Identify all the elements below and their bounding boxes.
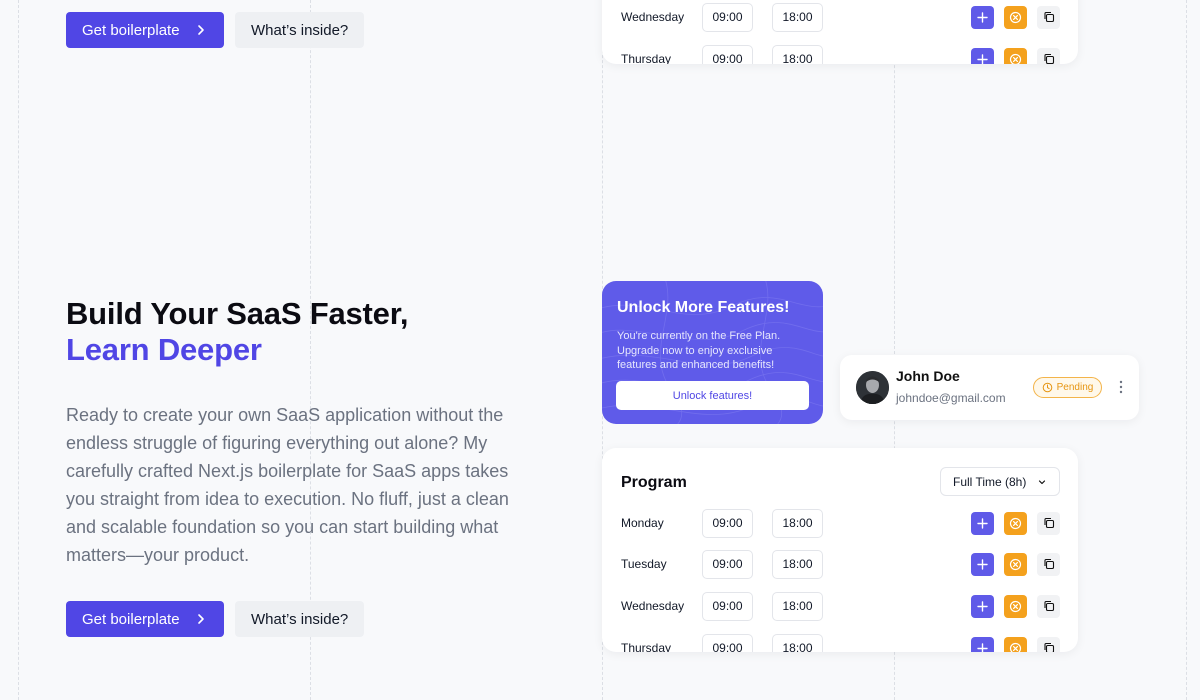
start-time-input[interactable]: 09:00 (702, 44, 753, 64)
add-icon[interactable] (971, 636, 994, 652)
start-time-input[interactable]: 09:00 (702, 508, 753, 538)
hero-description: Ready to create your own SaaS applicatio… (66, 405, 509, 565)
end-time-input[interactable]: 18:00 (772, 44, 823, 64)
copy-icon[interactable] (1037, 552, 1060, 576)
day-label: Thursday (621, 641, 672, 652)
start-time-input[interactable]: 09:00 (702, 633, 753, 652)
cancel-icon[interactable] (1004, 552, 1027, 576)
whats-inside-button[interactable]: What’s inside? (235, 601, 365, 637)
hero-title-accent: Learn Deeper (66, 332, 262, 367)
end-time-input[interactable]: 18:00 (772, 508, 823, 538)
schedule-card-top: Wednesday 09:00 18:00 Thursday 09:00 18:… (602, 0, 1078, 64)
chevron-right-icon (194, 612, 208, 626)
unlock-description: You're currently on the Free Plan. Upgra… (617, 330, 781, 371)
add-icon[interactable] (971, 47, 994, 64)
hero-title: Build Your SaaS Faster, Learn Deeper (66, 296, 408, 368)
select-value: Full Time (8h) (953, 474, 1027, 489)
get-boilerplate-button-top[interactable]: Get boilerplate (66, 12, 224, 48)
user-email: johndoe@gmail.com (896, 391, 1006, 405)
start-time-input[interactable]: 09:00 (702, 549, 753, 579)
day-label: Thursday (621, 52, 672, 64)
schedule-row: Thursday 09:00 18:00 (602, 44, 1078, 64)
get-boilerplate-button[interactable]: Get boilerplate (66, 601, 224, 637)
schedule-row: Tuesday 09:00 18:00 (602, 549, 1078, 579)
get-boilerplate-label: Get boilerplate (82, 21, 180, 39)
copy-icon[interactable] (1037, 511, 1060, 535)
copy-icon[interactable] (1037, 47, 1060, 64)
end-time-input[interactable]: 18:00 (772, 549, 823, 579)
unlock-title: Unlock More Features! (617, 299, 790, 316)
hero-title-line1: Build Your SaaS Faster, (66, 296, 409, 331)
more-options-icon[interactable] (1116, 378, 1126, 396)
program-card: Program Full Time (8h) Monday 09:00 18:0… (602, 448, 1078, 652)
day-label: Monday (621, 516, 664, 530)
add-icon[interactable] (971, 552, 994, 576)
day-label: Tuesday (621, 557, 667, 571)
schedule-row: Wednesday 09:00 18:00 (602, 591, 1078, 621)
avatar (856, 371, 889, 404)
end-time-input[interactable]: 18:00 (772, 633, 823, 652)
status-badge: Pending (1033, 377, 1102, 398)
guide-line (18, 0, 19, 700)
add-icon[interactable] (971, 594, 994, 618)
add-icon[interactable] (971, 511, 994, 535)
copy-icon[interactable] (1037, 5, 1060, 29)
status-label: Pending (1056, 382, 1094, 393)
cancel-icon[interactable] (1004, 511, 1027, 535)
clock-icon (1042, 382, 1053, 393)
copy-icon[interactable] (1037, 636, 1060, 652)
start-time-input[interactable]: 09:00 (702, 2, 753, 32)
start-time-input[interactable]: 09:00 (702, 591, 753, 621)
day-label: Wednesday (621, 599, 685, 613)
end-time-input[interactable]: 18:00 (772, 591, 823, 621)
cancel-icon[interactable] (1004, 636, 1027, 652)
chevron-right-icon (194, 23, 208, 37)
schedule-type-select[interactable]: Full Time (8h) (940, 467, 1060, 496)
schedule-row: Wednesday 09:00 18:00 (602, 2, 1078, 32)
guide-line (1186, 0, 1187, 700)
user-name: John Doe (896, 368, 960, 384)
whats-inside-label: What’s inside? (251, 610, 349, 628)
whats-inside-label: What’s inside? (251, 21, 349, 39)
day-label: Wednesday (621, 10, 685, 24)
unlock-features-button[interactable]: Unlock features! (616, 381, 809, 410)
copy-icon[interactable] (1037, 594, 1060, 618)
cancel-icon[interactable] (1004, 5, 1027, 29)
schedule-row: Monday 09:00 18:00 (602, 508, 1078, 538)
get-boilerplate-label: Get boilerplate (82, 610, 180, 628)
chevron-down-icon (1037, 477, 1047, 487)
program-title: Program (621, 474, 687, 491)
cancel-icon[interactable] (1004, 594, 1027, 618)
cancel-icon[interactable] (1004, 47, 1027, 64)
schedule-row: Thursday 09:00 18:00 (602, 633, 1078, 652)
user-card: John Doe johndoe@gmail.com Pending (840, 355, 1139, 420)
add-icon[interactable] (971, 5, 994, 29)
end-time-input[interactable]: 18:00 (772, 2, 823, 32)
unlock-features-card: Unlock More Features! You're currently o… (602, 281, 823, 424)
whats-inside-button-top[interactable]: What’s inside? (235, 12, 365, 48)
